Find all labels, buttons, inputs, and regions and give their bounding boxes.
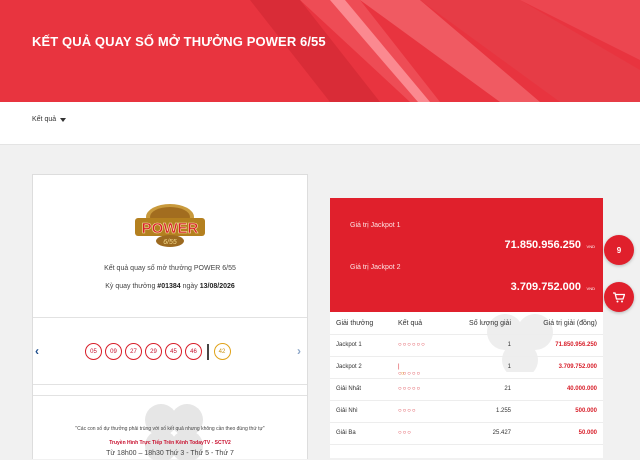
broadcast-note: Truyền Hình Trực Tiếp Trên Kênh TodayTV … xyxy=(109,440,231,446)
header-prize: Giải thưởng xyxy=(336,320,374,327)
header-result: Kết quả xyxy=(398,320,423,327)
date-prefix: ngày xyxy=(182,283,198,290)
jackpot-1-label: Giá trị Jackpot 1 xyxy=(350,222,401,229)
number-ball: 27 xyxy=(125,343,142,360)
chevron-left-icon[interactable]: ‹ xyxy=(35,345,39,357)
jackpot-2-label: Giá trị Jackpot 2 xyxy=(350,264,401,271)
match-dots: ○○○○○○ xyxy=(398,342,426,348)
results-dropdown[interactable]: Kết quả xyxy=(32,116,67,123)
caret-down-icon xyxy=(60,117,67,122)
bonus-dot: ○ xyxy=(400,371,406,377)
prize-count: 21 xyxy=(504,386,511,392)
chevron-right-icon[interactable]: › xyxy=(297,345,301,357)
prize-value: 500.000 xyxy=(575,408,597,414)
prize-value: 40.000.000 xyxy=(566,386,597,392)
cart-icon xyxy=(613,291,625,302)
match-dots: ○○○○○ xyxy=(398,386,422,392)
currency-label: VND xyxy=(586,244,595,249)
winning-numbers-row: ‹ 05 09 27 29 45 46 42 › xyxy=(33,317,307,385)
number-ball: 29 xyxy=(145,343,162,360)
prize-value: 3.709.752.000 xyxy=(558,364,597,370)
draw-result-card: POWER 6/55 Kết quả quay số mở thưởng POW… xyxy=(32,174,308,460)
number-ball: 45 xyxy=(165,343,182,360)
prize-name: Giải Ba xyxy=(336,430,356,436)
jackpot-card: Giá trị Jackpot 1 71.850.956.250 VND Giá… xyxy=(330,198,603,312)
currency-label: VND xyxy=(586,286,595,291)
prize-name: Jackpot 2 xyxy=(336,364,362,370)
bonus-ball: 42 xyxy=(213,343,231,360)
hero-banner: KẾT QUẢ QUAY SỐ MỞ THƯỞNG POWER 6/55 xyxy=(0,0,640,102)
draw-notes: "Các con số dự thưởng phải trùng với số … xyxy=(33,395,307,460)
results-dropdown-label: Kết quả xyxy=(32,116,57,123)
bonus-separator xyxy=(207,343,209,360)
number-ball: 09 xyxy=(105,343,122,360)
period-prefix: Kỳ quay thưởng xyxy=(105,283,156,290)
rules-note: "Các con số dự thưởng phải trùng với số … xyxy=(75,426,265,432)
period-number: #01384 xyxy=(157,283,181,290)
header-count: Số lượng giải xyxy=(469,320,511,327)
cart-button[interactable] xyxy=(604,282,634,312)
prize-count: 1 xyxy=(507,364,511,370)
draw-period: Kỳ quay thưởng #01384 ngày 13/08/2026 xyxy=(33,283,307,290)
table-row: Jackpot 1 ○○○○○○ 1 71.850.956.250 xyxy=(330,335,603,357)
match-dots: ○○○ xyxy=(398,430,412,436)
svg-text:6/55: 6/55 xyxy=(163,239,177,246)
prize-table: Giải thưởng Kết quả Số lượng giải Giá tr… xyxy=(330,312,603,458)
match-dots: ○○○○ xyxy=(398,408,417,414)
number-ball: 46 xyxy=(185,343,202,360)
prize-count: 1.255 xyxy=(495,408,511,414)
power-logo: POWER 6/55 xyxy=(133,203,207,249)
table-row: Giải Ba ○○○ 25.427 50.000 xyxy=(330,423,603,445)
notification-button[interactable]: 9 xyxy=(604,235,634,265)
jackpot-1-value: 71.850.956.250 xyxy=(504,239,581,251)
schedule-note: Từ 18h00 – 18h30 Thứ 3 - Thứ 5 - Thứ 7 xyxy=(106,450,234,457)
prize-value: 71.850.956.250 xyxy=(555,342,597,348)
number-ball: 05 xyxy=(85,343,102,360)
draw-caption: Kết quả quay số mở thưởng POWER 6/55 xyxy=(104,265,236,272)
prize-name: Giải Nhì xyxy=(336,408,358,414)
jackpot-2-value: 3.709.752.000 xyxy=(510,281,581,293)
table-row: Giải Nhất ○○○○○ 21 40.000.000 xyxy=(330,379,603,401)
prize-count: 1 xyxy=(507,342,511,348)
winning-balls: 05 09 27 29 45 46 42 xyxy=(85,343,231,360)
match-dots: ○○○○○ | ○ xyxy=(398,364,422,377)
table-row: Giải Nhì ○○○○ 1.255 500.000 xyxy=(330,401,603,423)
prize-name: Giải Nhất xyxy=(336,386,362,392)
table-header: Giải thưởng Kết quả Số lượng giải Giá tr… xyxy=(330,312,603,335)
header-value: Giá trị giải (đồng) xyxy=(543,320,597,327)
sub-navigation: Kết quả xyxy=(0,102,640,145)
draw-date: 13/08/2026 xyxy=(199,283,235,290)
prize-value: 50.000 xyxy=(578,430,597,436)
notification-count: 9 xyxy=(616,245,622,255)
hero-rays-decoration xyxy=(250,0,640,102)
table-row: Jackpot 2 ○○○○○ | ○ 1 3.709.752.000 xyxy=(330,357,603,379)
page-title: KẾT QUẢ QUAY SỐ MỞ THƯỞNG POWER 6/55 xyxy=(32,34,326,49)
power-logo-text: POWER xyxy=(142,220,199,237)
prize-count: 25.427 xyxy=(492,430,511,436)
prize-name: Jackpot 1 xyxy=(336,342,362,348)
